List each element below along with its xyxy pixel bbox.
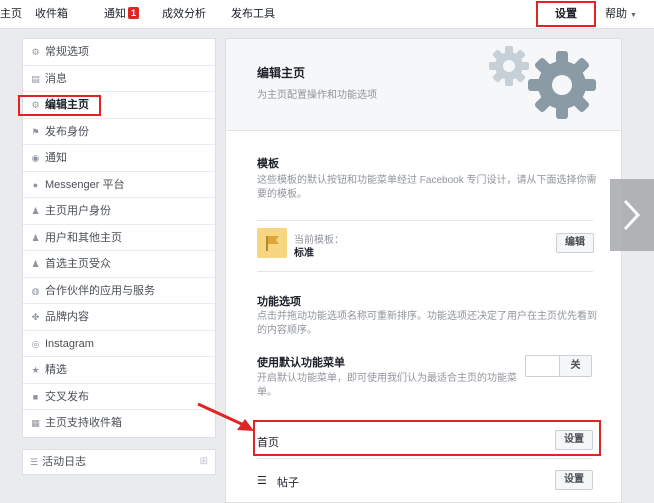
edit-template-button[interactable]: 编辑 xyxy=(556,233,594,253)
toggle-state: 关 xyxy=(559,356,591,376)
current-template-value: 标准 xyxy=(294,248,314,259)
list-icon: ☰ xyxy=(30,457,39,467)
sidebar-item-label: 交叉发布 xyxy=(45,390,89,403)
sidebar-item-page-roles[interactable]: ♟ 主页用户身份 xyxy=(23,198,215,225)
sidebar-item-notifications[interactable]: ◉ 通知 xyxy=(23,145,215,172)
video-icon: ■ xyxy=(32,391,39,402)
sidebar-item-messenger-platform[interactable]: ● Messenger 平台 xyxy=(23,172,215,198)
annotation-arrow-icon xyxy=(197,402,254,431)
sidebar-item-label: 品牌内容 xyxy=(45,311,89,323)
nav-settings[interactable]: 设置 xyxy=(536,1,596,27)
nav-notifications[interactable]: 通知 1 xyxy=(104,0,139,28)
nav-help[interactable]: 帮助 ▼ xyxy=(605,0,637,28)
sidebar-item-label: 活动日志 xyxy=(42,456,87,468)
tabs-section-title: 功能选项 xyxy=(257,296,301,308)
sidebar-item-label: 合作伙伴的应用与服务 xyxy=(45,284,155,297)
people-icon: ♟ xyxy=(31,232,40,243)
sidebar-item-messages[interactable]: ▤ 消息 xyxy=(23,66,215,92)
sidebar-item-label: 发布身份 xyxy=(45,125,89,138)
sidebar-item-people-and-other-pages[interactable]: ♟ 用户和其他主页 xyxy=(23,225,215,251)
audience-icon: ♟ xyxy=(31,259,40,269)
sidebar-item-label: 主页支持收件箱 xyxy=(45,417,122,429)
messenger-icon: ● xyxy=(32,179,39,190)
page-title: 编辑主页 xyxy=(257,66,306,80)
sidebar-item-label: Instagram xyxy=(45,337,94,350)
inbox-icon: ▦ xyxy=(31,418,40,428)
sidebar-item-label: 首选主页受众 xyxy=(45,258,111,270)
flag-icon: ⚑ xyxy=(31,126,40,137)
star-icon: ★ xyxy=(31,365,40,375)
posts-tab-settings-button[interactable]: 设置 xyxy=(555,470,593,490)
handshake-icon: ✤ xyxy=(31,312,40,322)
tabs-section-desc: 点击并拖动功能选项名称可重新排序。功能选项还决定了用户在主页优先看到的内容顺序。 xyxy=(257,311,597,336)
sidebar-item-label: 用户和其他主页 xyxy=(45,231,122,244)
sidebar-item-page-attribution[interactable]: ⚑ 发布身份 xyxy=(23,119,215,145)
chevron-down-icon: ▼ xyxy=(630,12,637,19)
divider xyxy=(257,271,593,272)
nav-publishing-tools[interactable]: 发布工具 xyxy=(231,0,275,28)
gear-large-icon xyxy=(528,51,596,119)
page-subtitle: 为主页配置操作和功能选项 xyxy=(257,90,377,101)
tab-label: 帖子 xyxy=(277,477,299,489)
sidebar-item-label: 常规选项 xyxy=(45,46,89,58)
template-icon xyxy=(257,228,287,258)
message-icon: ▤ xyxy=(31,73,40,84)
tab-row-posts[interactable]: ☰ 帖子 xyxy=(257,468,593,492)
template-section-title: 模板 xyxy=(257,158,279,170)
instagram-icon: ◎ xyxy=(31,338,40,349)
highlight-box-edit-page xyxy=(18,95,101,116)
default-tabs-title: 使用默认功能菜单 xyxy=(257,357,345,369)
sidebar-item-general[interactable]: ⚙ 常规选项 xyxy=(23,39,215,66)
expand-icon[interactable]: ⊞ xyxy=(200,450,208,474)
sidebar-item-label: 消息 xyxy=(45,72,67,85)
notification-badge: 1 xyxy=(128,7,139,19)
sidebar-item-preferred-audience[interactable]: ♟ 首选主页受众 xyxy=(23,251,215,278)
current-template: 当前模板： 标准 xyxy=(257,228,593,260)
sidebar-item-partner-apps[interactable]: ◍ 合作伙伴的应用与服务 xyxy=(23,278,215,304)
nav-home[interactable]: 主页 xyxy=(0,0,22,28)
flag-icon xyxy=(266,236,279,251)
sidebar-item-label: 通知 xyxy=(45,152,67,164)
chevron-right-icon xyxy=(623,199,641,231)
globe-icon: ◉ xyxy=(31,153,40,163)
gear-icon: ⚙ xyxy=(31,47,40,57)
sidebar-item-activity-log[interactable]: ☰ 活动日志 ⊞ xyxy=(22,449,216,475)
nav-insights[interactable]: 成效分析 xyxy=(162,0,206,28)
divider xyxy=(257,458,593,459)
nav-inbox[interactable]: 收件箱 xyxy=(35,0,68,28)
default-tabs-toggle[interactable]: 关 xyxy=(525,355,592,377)
sidebar-item-label: Messenger 平台 xyxy=(45,178,125,191)
next-arrow-button[interactable] xyxy=(610,179,654,251)
drag-handle-icon[interactable]: ☰ xyxy=(257,474,267,487)
divider xyxy=(257,220,593,221)
template-section-desc: 这些模板的默认按钮和功能菜单经过 Facebook 专门设计，请从下面选择你需要… xyxy=(257,175,597,200)
person-icon: ♟ xyxy=(31,206,40,216)
apps-icon: ◍ xyxy=(31,285,40,296)
top-nav: 主页 收件箱 通知 1 成效分析 发布工具 设置 帮助 ▼ xyxy=(0,0,654,29)
sidebar-item-label: 精选 xyxy=(45,364,67,376)
nav-help-label: 帮助 xyxy=(605,8,627,20)
sidebar-item-branded-content[interactable]: ✤ 品牌内容 xyxy=(23,304,215,331)
sidebar-item-label: 主页用户身份 xyxy=(45,205,111,217)
sidebar-item-crossposting[interactable]: ■ 交叉发布 xyxy=(23,384,215,410)
nav-notifications-label: 通知 xyxy=(104,8,126,20)
panel-header: 编辑主页 为主页配置操作和功能选项 xyxy=(226,39,621,131)
highlight-box-home-tab xyxy=(253,420,601,456)
default-tabs-desc: 开启默认功能菜单，即可使用我们认为最适合主页的功能菜单。 xyxy=(257,373,517,398)
sidebar-item-featured[interactable]: ★ 精选 xyxy=(23,357,215,384)
sidebar-item-instagram[interactable]: ◎ Instagram xyxy=(23,331,215,357)
sidebar-item-support-inbox[interactable]: ▦ 主页支持收件箱 xyxy=(23,410,215,437)
